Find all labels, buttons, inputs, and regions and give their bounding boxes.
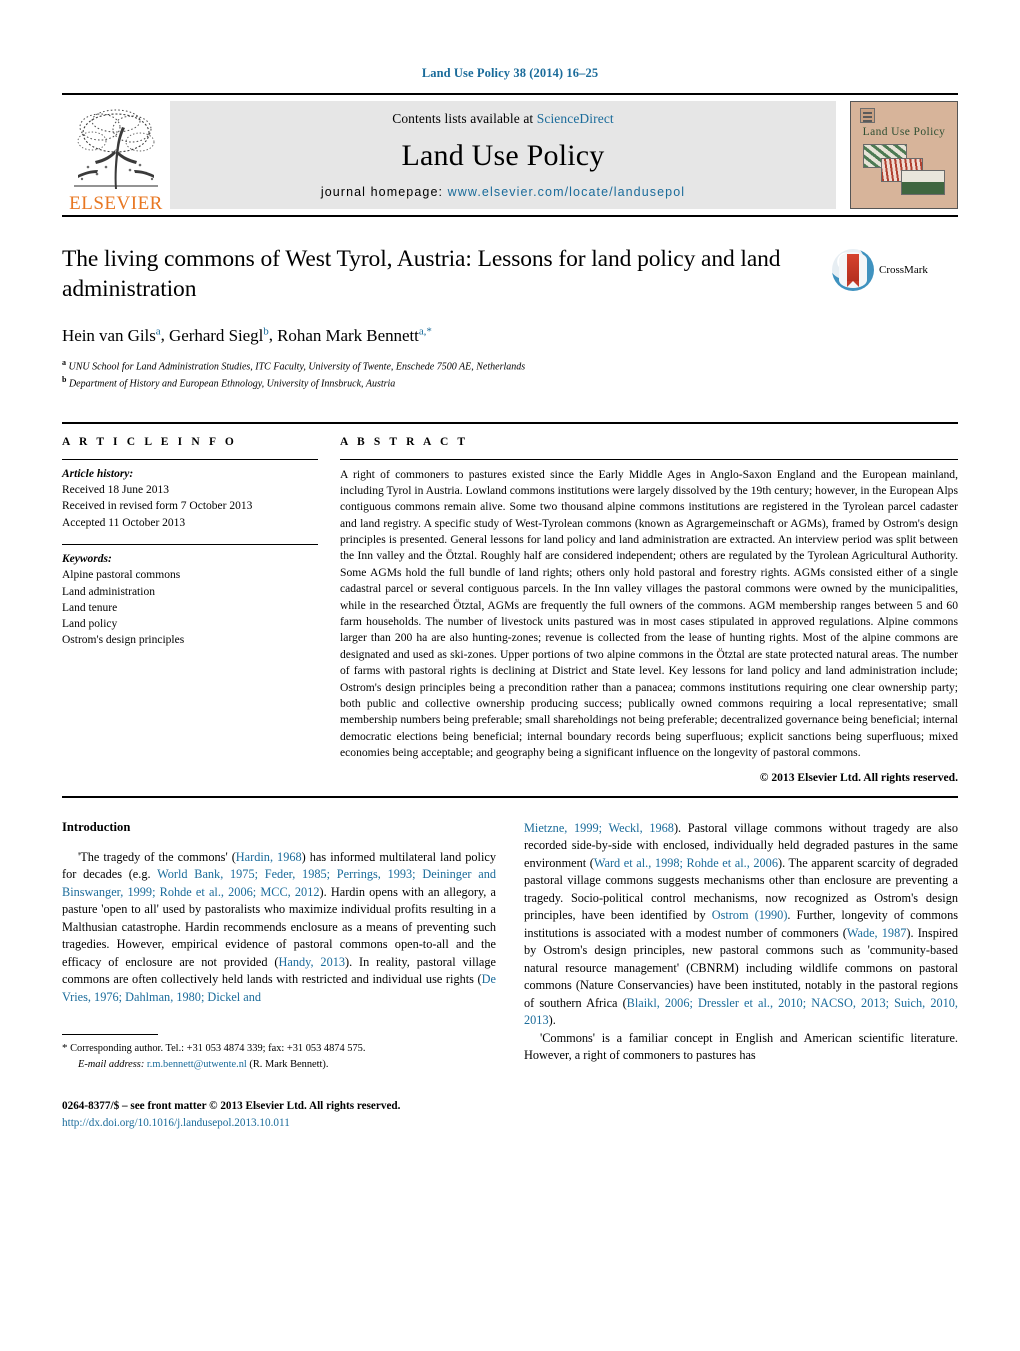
journal-homepage-link[interactable]: www.elsevier.com/locate/landusepol bbox=[448, 185, 686, 199]
citation-link[interactable]: De Vries, 1976; Dahlman, 1980; Dickel an… bbox=[62, 972, 496, 1004]
elsevier-logo: ELSEVIER bbox=[62, 95, 170, 215]
affiliation-a: a UNU School for Land Administration Stu… bbox=[62, 357, 816, 374]
cover-box: Land Use Policy bbox=[850, 101, 958, 209]
abstract-bottom-divider bbox=[62, 795, 958, 798]
journal-title: Land Use Policy bbox=[401, 139, 605, 172]
cover-journal-title: Land Use Policy bbox=[862, 126, 946, 138]
article-info-column: A R T I C L E I N F O Article history: R… bbox=[62, 436, 340, 784]
journal-masthead: ELSEVIER Contents lists available at Sci… bbox=[62, 93, 958, 217]
affiliation-b-text: Department of History and European Ethno… bbox=[68, 378, 396, 390]
crossmark-label: CrossMark bbox=[879, 264, 928, 276]
elsevier-wordmark: ELSEVIER bbox=[69, 193, 163, 214]
doi-link[interactable]: http://dx.doi.org/10.1016/j.landusepol.2… bbox=[62, 1115, 496, 1132]
citation-link[interactable]: Ostrom (1990) bbox=[712, 908, 788, 922]
sciencedirect-link[interactable]: ScienceDirect bbox=[537, 111, 614, 126]
article-history-group: Article history: Received 18 June 2013 R… bbox=[62, 460, 318, 531]
journal-band: Contents lists available at ScienceDirec… bbox=[170, 101, 836, 209]
cover-elsevier-mini-icon bbox=[860, 108, 875, 123]
keyword-item: Land policy bbox=[62, 618, 118, 631]
author-1-marks: a bbox=[155, 325, 161, 338]
title-and-authors: The living commons of West Tyrol, Austri… bbox=[62, 245, 832, 392]
email-owner-text: (R. Mark Bennett). bbox=[249, 1059, 329, 1071]
elsevier-tree-icon bbox=[74, 109, 158, 189]
abstract-column: A B S T R A C T A right of commoners to … bbox=[340, 436, 958, 784]
keyword-item: Land tenure bbox=[62, 601, 118, 614]
footnote-star-marker: * bbox=[62, 1042, 68, 1055]
keyword-item: Land administration bbox=[62, 585, 155, 598]
affiliation-list: a UNU School for Land Administration Stu… bbox=[62, 357, 816, 392]
journal-cover-thumbnail: Land Use Policy bbox=[836, 95, 958, 215]
email-footnote: E-mail address: r.m.bennett@utwente.nl (… bbox=[62, 1057, 496, 1072]
author-2-marks: b bbox=[263, 325, 269, 338]
introduction-heading: Introduction bbox=[62, 819, 131, 834]
page-footer: 0264-8377/$ – see front matter © 2013 El… bbox=[62, 1098, 496, 1132]
title-block: The living commons of West Tyrol, Austri… bbox=[62, 245, 958, 392]
citation-link[interactable]: Blaikl, 2006; Dressler et al., 2010; NAC… bbox=[524, 996, 958, 1028]
keywords-label: Keywords: bbox=[62, 552, 112, 565]
history-item-revised: Received in revised form 7 October 2013 bbox=[62, 500, 253, 513]
contents-prefix: Contents lists available at bbox=[392, 111, 537, 126]
page-title: The living commons of West Tyrol, Austri… bbox=[62, 246, 781, 302]
history-item-received: Received 18 June 2013 bbox=[62, 483, 169, 496]
homepage-prefix: journal homepage: bbox=[320, 185, 448, 199]
author-3-marks: a,* bbox=[418, 325, 432, 338]
citation-link[interactable]: Ward et al., 1998; Rohde et al., 2006 bbox=[594, 856, 778, 870]
citation-link[interactable]: Hardin, 1968 bbox=[236, 850, 302, 864]
article-first-page: Land Use Policy 38 (2014) 16–25 ELSEVIER… bbox=[0, 0, 1020, 1351]
info-abstract-section: A R T I C L E I N F O Article history: R… bbox=[62, 421, 958, 784]
footnote-rule bbox=[62, 1034, 158, 1036]
corresponding-author-text: Corresponding author. Tel.: +31 053 4874… bbox=[70, 1043, 366, 1055]
author-3: Rohan Mark Bennetta,* bbox=[277, 325, 432, 345]
citation-link[interactable]: World Bank, 1975; Feder, 1985; Perrings,… bbox=[62, 867, 496, 899]
email-address-label: E-mail address: bbox=[78, 1059, 145, 1071]
author-2-name: Gerhard Siegl bbox=[169, 325, 264, 345]
keyword-item: Alpine pastoral commons bbox=[62, 569, 181, 582]
cover-photo-landscape-icon bbox=[901, 170, 945, 195]
email-address-link[interactable]: r.m.bennett@utwente.nl bbox=[147, 1059, 247, 1070]
author-2: Gerhard Sieglb bbox=[169, 325, 269, 345]
contents-available-line: Contents lists available at ScienceDirec… bbox=[392, 111, 614, 127]
affiliation-b-mark: b bbox=[62, 375, 67, 385]
abstract-text: A right of commoners to pastures existed… bbox=[340, 467, 958, 760]
history-item-accepted: Accepted 11 October 2013 bbox=[62, 516, 186, 529]
author-list: Hein van Gilsa, Gerhard Sieglb, Rohan Ma… bbox=[62, 325, 432, 345]
crossmark-icon bbox=[832, 249, 874, 291]
affiliation-a-mark: a bbox=[62, 357, 66, 367]
abstract-copyright: © 2013 Elsevier Ltd. All rights reserved… bbox=[759, 770, 958, 784]
introduction-paragraph-right-1: Mietzne, 1999; Weckl, 1968). Pastoral vi… bbox=[524, 820, 959, 1028]
body-columns: Introduction 'The tragedy of the commons… bbox=[62, 820, 958, 1132]
affiliation-b: b Department of History and European Eth… bbox=[62, 374, 816, 391]
citation-link[interactable]: Wade, 1987 bbox=[847, 926, 907, 940]
running-head: Land Use Policy 38 (2014) 16–25 bbox=[421, 66, 599, 80]
author-1: Hein van Gilsa bbox=[62, 325, 161, 345]
introduction-paragraph-right-2: 'Commons' is a familiar concept in Engli… bbox=[524, 1030, 958, 1063]
author-1-name: Hein van Gils bbox=[62, 325, 156, 345]
abstract-heading: A B S T R A C T bbox=[340, 435, 469, 448]
citation-link[interactable]: Mietzne, 1999; Weckl, 1968 bbox=[524, 821, 674, 835]
crossmark-badge[interactable]: CrossMark bbox=[832, 245, 958, 291]
crossmark-ribbon-shape bbox=[847, 254, 859, 287]
citation-link[interactable]: Handy, 2013 bbox=[278, 955, 345, 969]
corresponding-author-footnote: * Corresponding author. Tel.: +31 053 48… bbox=[62, 1041, 496, 1057]
journal-homepage-line: journal homepage: www.elsevier.com/locat… bbox=[321, 185, 685, 199]
footnote-block: * Corresponding author. Tel.: +31 053 48… bbox=[62, 1034, 496, 1072]
body-column-left: Introduction 'The tragedy of the commons… bbox=[62, 820, 496, 1132]
article-info-heading: A R T I C L E I N F O bbox=[62, 435, 237, 448]
article-history-label: Article history: bbox=[62, 467, 134, 480]
keywords-group: Keywords: Alpine pastoral commons Land a… bbox=[62, 545, 318, 649]
introduction-paragraph-left: 'The tragedy of the commons' (Hardin, 19… bbox=[62, 849, 496, 1004]
affiliation-a-text: UNU School for Land Administration Studi… bbox=[68, 361, 526, 373]
issn-copyright-line: 0264-8377/$ – see front matter © 2013 El… bbox=[62, 1100, 401, 1113]
author-3-name: Rohan Mark Bennett bbox=[277, 325, 419, 345]
body-column-right: Mietzne, 1999; Weckl, 1968). Pastoral vi… bbox=[524, 820, 958, 1132]
keyword-item: Ostrom's design principles bbox=[62, 634, 185, 647]
